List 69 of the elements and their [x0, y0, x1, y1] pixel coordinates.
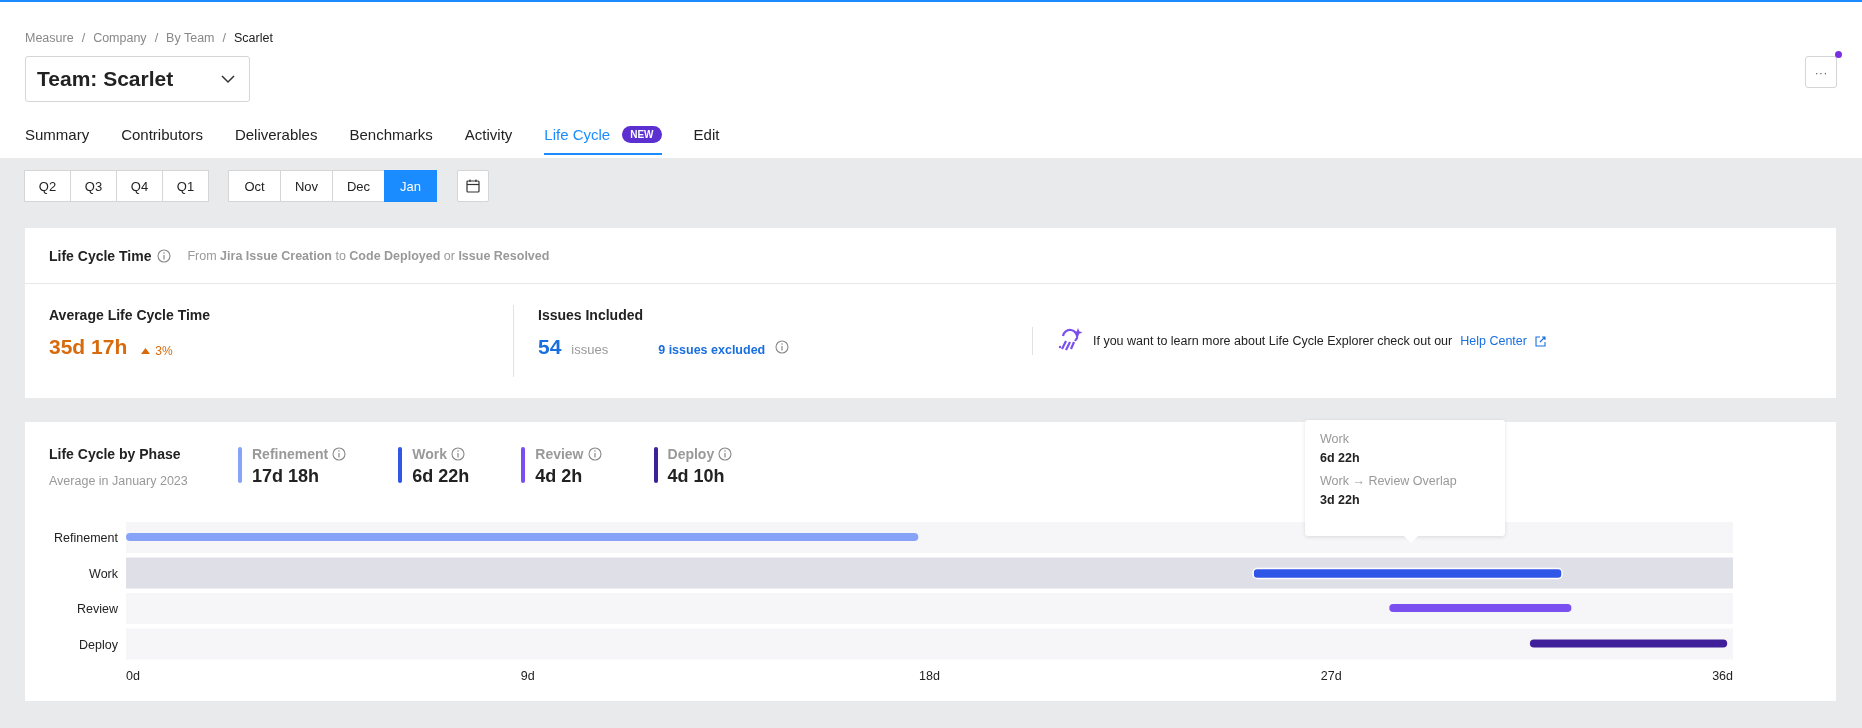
info-icon — [718, 447, 733, 461]
phase-duration: 17d 18h — [252, 466, 321, 487]
quarter-button[interactable]: Q4 — [116, 170, 163, 202]
tooltip-label: Work — [1320, 432, 1350, 446]
calendar-icon — [466, 179, 480, 193]
info-icon — [332, 447, 347, 461]
phase-duration: 4d 10h — [667, 466, 726, 487]
more-button[interactable]: ··· — [1805, 56, 1837, 88]
card-title: Life Cycle Time — [49, 247, 152, 264]
tab[interactable]: Activity — [464, 126, 513, 155]
stat-label: Average Life Cycle Time — [49, 307, 212, 323]
breadcrumb-item[interactable]: Measure — [25, 31, 74, 45]
breadcrumb-separator: / — [154, 31, 159, 45]
row-label: Refinement — [54, 531, 118, 545]
change-indicator: 3% — [141, 344, 173, 358]
tooltip-value: 6d 22h — [1320, 451, 1361, 465]
triangle-up-icon — [141, 348, 151, 354]
quarter-button[interactable]: Q1 — [162, 170, 209, 202]
section-title: Life Cycle by Phase — [49, 446, 182, 462]
breadcrumb-item[interactable]: By Team — [166, 31, 215, 45]
breadcrumb-separator: / — [81, 31, 86, 45]
phase-name: Work — [412, 446, 447, 462]
phase-name: Review — [535, 446, 584, 462]
issue-unit: issues — [571, 342, 609, 357]
phase-duration: 4d 2h — [535, 466, 584, 487]
help-center-link[interactable]: Help Center — [1460, 334, 1527, 348]
row-label: Work — [89, 566, 118, 581]
axis-tick-label: 36d — [1712, 669, 1733, 683]
info-icon — [587, 447, 602, 461]
tooltip-value: 3d 22h — [1320, 493, 1361, 507]
breadcrumb-item[interactable]: Company — [93, 31, 147, 45]
help-text: If you want to learn more about Life Cycle Explorer check out our — [1093, 334, 1453, 348]
month-button[interactable]: Oct — [228, 170, 281, 202]
calendar-button[interactable] — [457, 170, 489, 202]
issue-count: 54 — [538, 335, 562, 359]
info-icon — [451, 447, 465, 461]
card-description: From Jira Issue Creation to Code Deployed or Issue Resolved — [187, 248, 550, 263]
tab[interactable]: Summary — [25, 126, 90, 155]
excluded-issues-link[interactable]: 9 issues excluded — [658, 343, 766, 357]
quarter-button[interactable]: Q3 — [70, 170, 117, 202]
phase-name: Refinement — [252, 446, 329, 462]
phase-name: Deploy — [667, 446, 715, 462]
tab[interactable]: Contributors — [121, 126, 203, 155]
tab[interactable]: Edit — [693, 126, 720, 155]
new-badge: NEW — [622, 126, 662, 143]
month-button[interactable]: Nov — [280, 170, 333, 202]
tab[interactable]: Benchmarks — [349, 126, 433, 155]
row-label: Deploy — [79, 637, 118, 652]
axis-tick-label: 27d — [1320, 669, 1342, 683]
quarter-button[interactable]: Q2 — [24, 170, 71, 202]
info-icon — [775, 340, 790, 354]
team-dropdown[interactable]: Team: Scarlet — [25, 56, 250, 102]
axis-tick-label: 0d — [126, 669, 140, 683]
row-label: Review — [77, 602, 118, 616]
info-icon — [157, 248, 172, 263]
breadcrumb-item[interactable]: Scarlet — [234, 31, 273, 45]
tab[interactable]: Deliverables — [234, 126, 318, 155]
axis-tick-label: 18d — [919, 669, 940, 683]
stat-label: Issues Included — [538, 307, 645, 323]
stat-value: 35d 17h — [49, 335, 128, 359]
axis-tick-label: 9d — [520, 669, 535, 683]
section-subtitle: Average in January 2023 — [49, 474, 189, 488]
tab[interactable]: Life Cycle NEW — [544, 126, 662, 155]
breadcrumb-separator: / — [222, 31, 226, 45]
external-link-icon — [1534, 335, 1546, 347]
month-button[interactable]: Dec — [332, 170, 385, 202]
phase-duration: 6d 22h — [412, 466, 470, 487]
chevron-down-icon — [221, 74, 235, 84]
tooltip-label: Work → Review Overlap — [1320, 474, 1458, 488]
